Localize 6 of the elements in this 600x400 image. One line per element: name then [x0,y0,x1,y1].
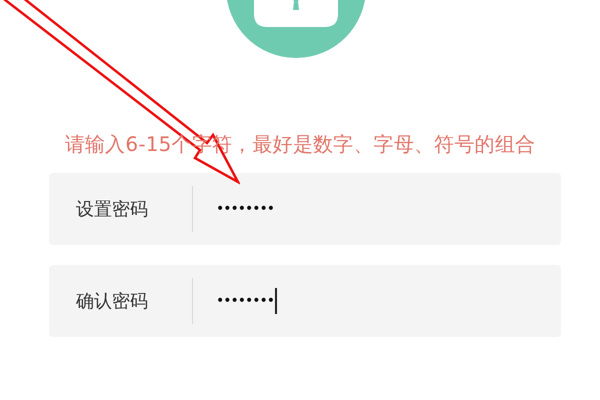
password-value: •••••••• [216,201,274,217]
password-value: •••••••• [216,293,274,309]
field-label: 确认密码 [75,290,149,313]
password-field[interactable]: 设置密码 •••••••• [49,173,561,245]
password-field[interactable]: 确认密码 •••••••• [49,265,561,337]
field-label: 设置密码 [75,198,149,221]
